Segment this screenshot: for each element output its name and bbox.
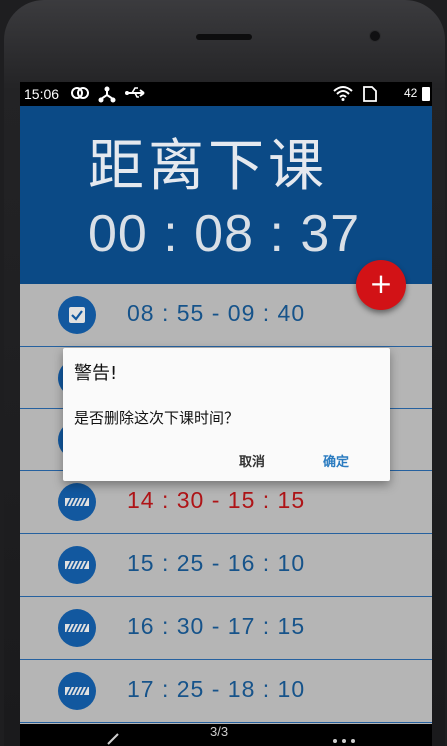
plus-icon: + (369, 267, 393, 300)
screen: 15:06 42 距离下课 00 : 08 : 37 08: 55 - 09 … (20, 82, 432, 746)
status-time: 15:06 (24, 86, 60, 102)
confirm-button[interactable]: 确定 (317, 449, 355, 472)
usb-icon (125, 87, 145, 98)
pencil-icon[interactable] (106, 730, 122, 746)
cancel-button[interactable]: 取消 (233, 449, 271, 472)
link-rings-icon (71, 87, 89, 99)
sim-icon (363, 86, 377, 102)
countdown-header: 距离下课 00 : 08 : 37 (20, 106, 432, 284)
bottom-toolbar: 3/3 (20, 724, 432, 746)
network-share-icon (98, 86, 116, 103)
battery-icon (422, 87, 430, 101)
dialog-message: 是否删除这次下课时间？ (74, 409, 240, 427)
earpiece-speaker (196, 34, 252, 40)
status-bar: 15:06 42 (20, 82, 432, 106)
delete-confirm-dialog: 警告! 是否删除这次下课时间？ 取消 确定 (63, 348, 390, 481)
dialog-title: 警告! (74, 363, 118, 384)
page-indicator: 3/3 (210, 724, 229, 739)
front-camera (369, 30, 381, 42)
battery-level: 42 (404, 86, 418, 100)
wifi-icon (333, 86, 353, 101)
add-time-button[interactable]: + (356, 260, 406, 310)
more-dots-icon[interactable] (332, 738, 356, 744)
countdown-timer: 00 : 08 : 37 (88, 205, 361, 263)
header-title: 距离下课 (88, 134, 328, 199)
